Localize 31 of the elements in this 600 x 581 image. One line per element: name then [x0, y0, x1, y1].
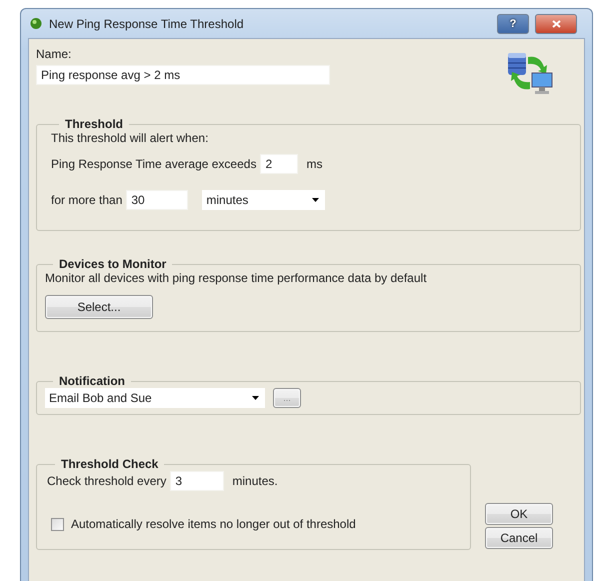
notification-dropdown[interactable]: Email Bob and Sue	[45, 388, 265, 408]
ok-button[interactable]: OK	[485, 503, 553, 525]
caret-icon	[252, 396, 259, 400]
close-button[interactable]	[535, 14, 577, 34]
checkbox-label: Automatically resolve items no longer out of threshold	[71, 517, 356, 531]
name-label: Name:	[36, 47, 72, 61]
interval-field[interactable]: 3	[170, 471, 224, 491]
cancel-button[interactable]: Cancel	[485, 527, 553, 549]
group-title: Devices to Monitor	[58, 257, 168, 271]
name-field[interactable]: Ping response avg > 2 ms	[36, 65, 330, 85]
select-button[interactable]: Select...	[45, 295, 153, 319]
caret-icon	[312, 198, 320, 202]
server-computer-icon	[506, 51, 554, 95]
unit-label: ms	[306, 157, 322, 171]
field-label: for more than	[51, 193, 122, 207]
field-label: Check threshold every	[47, 474, 166, 488]
duration-field[interactable]: 30	[126, 190, 188, 210]
group-title: Notification	[58, 374, 126, 388]
window-title: New Ping Response Time Threshold	[49, 16, 245, 30]
checkbox[interactable]	[51, 518, 64, 530]
group-title: Threshold	[64, 117, 124, 131]
description-text: Monitor all devices with ping response time performance data by default	[45, 271, 428, 286]
group-title: Threshold Check	[60, 457, 160, 471]
intro-text: This threshold will alert when:	[51, 131, 208, 145]
unit-dropdown[interactable]: minutes	[202, 190, 326, 210]
app-icon	[30, 17, 43, 30]
close-icon	[552, 20, 560, 28]
exceeds-field[interactable]: 2	[260, 154, 298, 174]
field-label: Ping Response Time average exceeds	[51, 157, 256, 171]
unit-label: minutes.	[232, 474, 278, 488]
help-button[interactable]: ?	[497, 14, 529, 34]
